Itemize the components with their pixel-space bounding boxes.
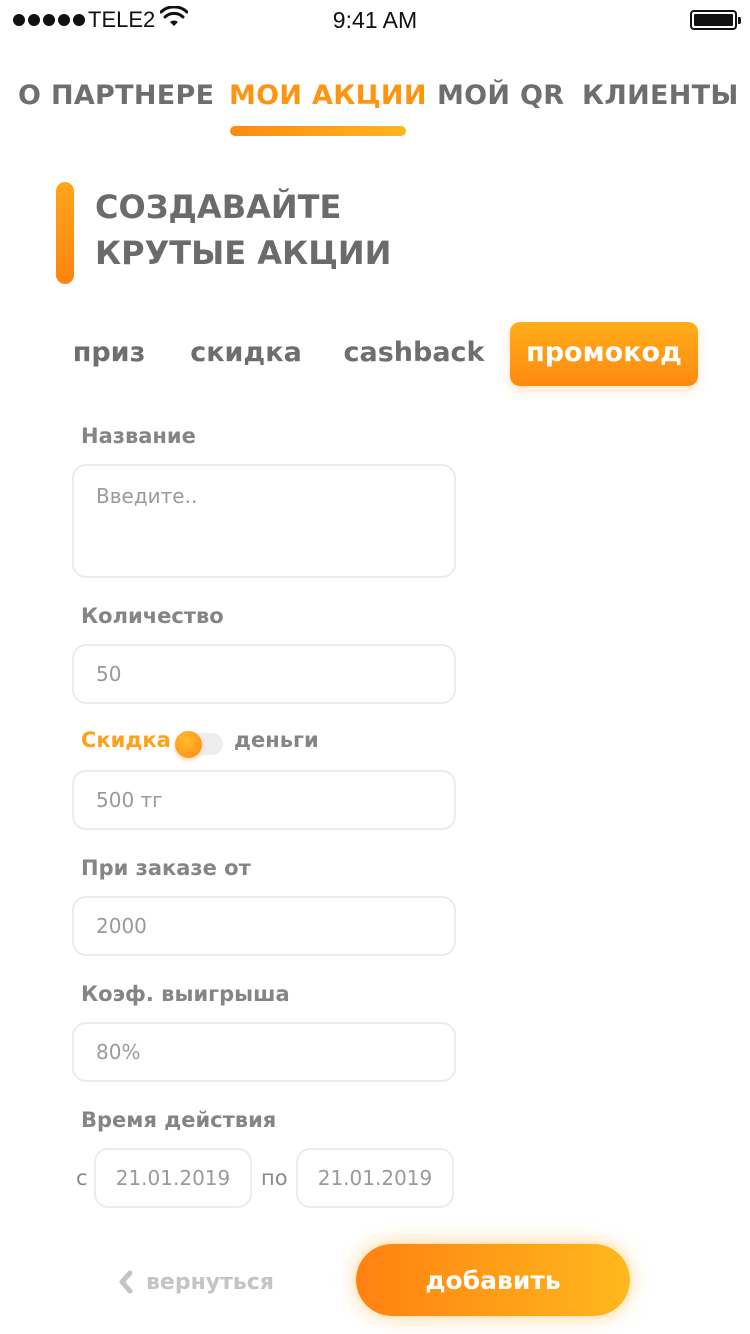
win-coef-input[interactable]: 80% (72, 1022, 456, 1082)
add-button[interactable]: добавить (356, 1244, 630, 1316)
min-order-label: При заказе от (81, 856, 251, 880)
heading-accent-bar (56, 182, 74, 284)
name-label: Название (81, 424, 196, 448)
page-title: СОЗДАВАЙТЕ КРУТЫЕ АКЦИИ (95, 184, 495, 276)
type-tab-prize[interactable]: приз (64, 322, 154, 386)
switch-knob[interactable] (175, 731, 202, 758)
page-title-line1: СОЗДАВАЙТЕ (95, 188, 342, 226)
type-tab-discount[interactable]: скидка (186, 322, 306, 386)
win-coef-label: Коэф. выигрыша (81, 982, 290, 1006)
nav-tab-my-promotions[interactable]: МОИ АКЦИИ (229, 80, 427, 111)
date-from-prefix: с (76, 1166, 88, 1190)
status-bar: TELE2 9:41 AM (0, 0, 750, 40)
clock: 9:41 AM (332, 7, 418, 33)
toggle-label-discount[interactable]: Скидка (81, 728, 171, 752)
nav-tab-about-partner[interactable]: О ПАРТНЕРЕ (18, 80, 214, 111)
period-label: Время действия (81, 1108, 277, 1132)
type-tab-promocode[interactable]: промокод (510, 322, 698, 386)
nav-tab-clients[interactable]: КЛИЕНТЫ (582, 80, 739, 111)
name-input[interactable]: Введите.. (72, 464, 456, 578)
min-order-input[interactable]: 2000 (72, 896, 456, 956)
type-tab-cashback[interactable]: cashback (341, 322, 487, 386)
date-from-input[interactable]: 21.01.2019 (94, 1148, 252, 1208)
date-to-input[interactable]: 21.01.2019 (296, 1148, 454, 1208)
page-title-line2: КРУТЫЕ АКЦИИ (95, 234, 392, 272)
back-link[interactable]: вернуться (118, 1266, 274, 1298)
active-tab-indicator (230, 126, 406, 136)
toggle-label-money[interactable]: деньги (234, 728, 319, 752)
date-to-prefix: по (261, 1166, 288, 1190)
battery-icon (690, 10, 741, 30)
discount-value-input[interactable]: 500 тг (72, 770, 456, 830)
quantity-label: Количество (81, 604, 224, 628)
quantity-input[interactable]: 50 (72, 644, 456, 704)
back-label: вернуться (146, 1269, 274, 1295)
discount-money-switch[interactable] (175, 731, 223, 758)
chevron-left-icon (119, 1270, 133, 1294)
nav-tab-my-qr[interactable]: МОЙ QR (437, 80, 564, 111)
